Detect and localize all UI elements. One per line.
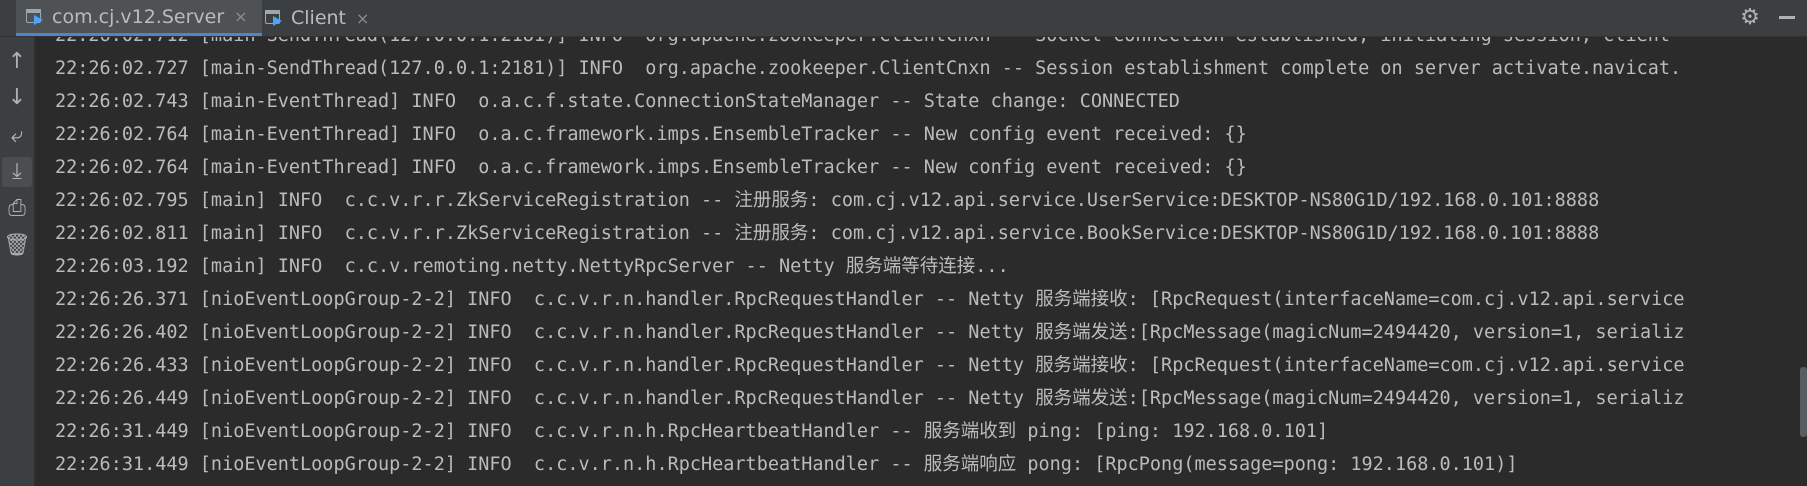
scroll-to-end-icon[interactable]: ⤓	[2, 157, 32, 187]
gear-icon[interactable]: ⚙	[1739, 7, 1761, 29]
tab-server[interactable]: com.cj.v12.Server ×	[16, 0, 262, 36]
log-line: 22:26:02.811 [main] INFO c.c.v.r.r.ZkSer…	[55, 223, 1600, 244]
tab-label: com.cj.v12.Server	[52, 5, 225, 28]
log-line: 22:26:26.371 [nioEventLoopGroup-2-2] INF…	[55, 289, 1685, 310]
clear-all-icon[interactable]: 🗑	[2, 231, 32, 261]
close-icon[interactable]: ×	[234, 7, 247, 26]
run-config-icon	[265, 9, 283, 27]
run-tab-bar: com.cj.v12.Server × Client × ⚙	[0, 0, 1807, 37]
run-config-icon	[26, 8, 44, 26]
vertical-scrollbar[interactable]	[1800, 367, 1807, 437]
log-line: 22:26:02.795 [main] INFO c.c.v.r.r.ZkSer…	[55, 190, 1600, 211]
log-line: 22:26:03.192 [main] INFO c.c.v.remoting.…	[55, 256, 1009, 277]
log-line: 22:26:26.402 [nioEventLoopGroup-2-2] INF…	[55, 322, 1685, 343]
scroll-down-icon[interactable]: ↓	[2, 83, 32, 113]
scroll-up-icon[interactable]: ↑	[2, 47, 32, 77]
console-output[interactable]: 22:26:02.712 [main-SendThread(127.0.0.1:…	[35, 37, 1807, 486]
log-line: 22:26:02.743 [main-EventThread] INFO o.a…	[55, 91, 1180, 112]
console-toolbar: ↑ ↓ ⤶ ⤓ ⎙ 🗑	[0, 37, 35, 486]
log-line: 22:26:26.449 [nioEventLoopGroup-2-2] INF…	[55, 388, 1685, 409]
tab-client[interactable]: Client ×	[255, 0, 383, 36]
close-icon[interactable]: ×	[356, 9, 369, 28]
log-line: 22:26:02.712 [main-SendThread(127.0.0.1:…	[55, 37, 1670, 47]
tab-label: Client	[291, 7, 347, 29]
log-line: 22:26:02.727 [main-SendThread(127.0.0.1:…	[55, 58, 1682, 79]
log-line: 22:26:31.449 [nioEventLoopGroup-2-2] INF…	[55, 421, 1329, 442]
soft-wrap-icon[interactable]: ⤶	[2, 121, 32, 151]
minimize-icon[interactable]	[1779, 16, 1795, 19]
print-icon[interactable]: ⎙	[2, 194, 32, 224]
log-line: 22:26:26.433 [nioEventLoopGroup-2-2] INF…	[55, 355, 1685, 376]
log-line: 22:26:02.764 [main-EventThread] INFO o.a…	[55, 124, 1247, 145]
log-line: 22:26:02.764 [main-EventThread] INFO o.a…	[55, 157, 1247, 178]
log-line: 22:26:31.449 [nioEventLoopGroup-2-2] INF…	[55, 454, 1518, 475]
